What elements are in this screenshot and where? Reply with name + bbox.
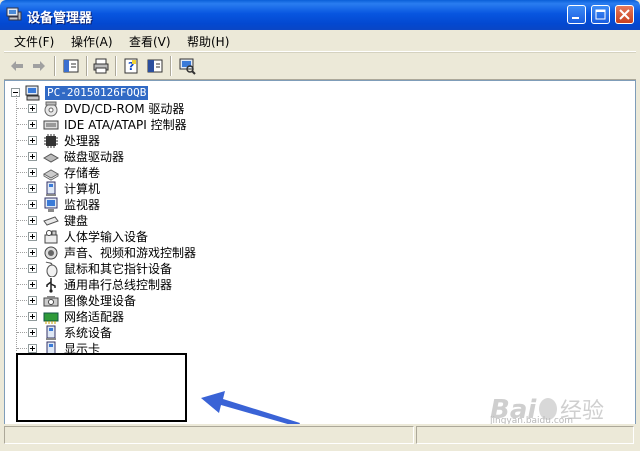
expand-toggle[interactable] [28,264,37,273]
expand-toggle[interactable] [28,216,37,225]
tree-item-system-device[interactable]: 系统设备 [5,325,305,341]
mouse-icon [45,261,58,277]
imaging-device-icon [43,296,59,307]
title-bar[interactable]: 设备管理器 [0,0,640,30]
tree-item-label: 声音、视频和游戏控制器 [64,246,197,260]
system-device-icon [46,325,56,340]
tree-item-label: 键盘 [64,214,89,228]
tree-item-usb[interactable]: 通用串行总线控制器 [5,277,305,293]
tree-item-mouse[interactable]: 鼠标和其它指针设备 [5,261,305,277]
tree-item-label: 人体学输入设备 [64,230,149,244]
hid-icon [44,230,58,244]
tree-item-label: 网络适配器 [64,310,125,324]
sound-icon [44,246,58,260]
usb-icon [46,278,56,293]
minimize-button[interactable] [567,5,586,24]
window-title: 设备管理器 [27,11,93,26]
close-icon [619,9,630,20]
back-arrow-icon[interactable] [8,57,26,75]
tree-item-label: 系统设备 [64,326,113,340]
expand-toggle[interactable] [28,248,37,257]
close-button[interactable] [615,5,634,24]
disk-drive-icon [43,153,59,163]
storage-volume-icon [43,169,59,181]
tree-item-label: 处理器 [64,134,101,148]
expand-toggle[interactable] [28,152,37,161]
status-pane-main [4,426,414,444]
tree-item-label: 通用串行总线控制器 [64,278,173,292]
tree-item-network-adapter[interactable]: 网络适配器 [5,309,305,325]
tree-item-label: 鼠标和其它指针设备 [64,262,173,276]
expand-toggle[interactable] [28,344,37,353]
expand-toggle[interactable] [28,184,37,193]
menu-action[interactable]: 操作(A) [71,33,113,50]
tree-item-label: IDE ATA/ATAPI 控制器 [64,118,187,132]
device-manager-window: 设备管理器 文件(F) 操作(A) 查看(V) 帮助(H) ? PC-20150… [0,0,640,451]
expand-toggle[interactable] [28,312,37,321]
device-manager-icon [6,7,22,21]
tree-item-ide-controller[interactable]: IDE ATA/ATAPI 控制器 [5,117,305,133]
menu-help[interactable]: 帮助(H) [187,33,229,50]
computer-root-icon [25,85,40,101]
keyboard-icon [43,216,59,226]
forward-arrow-icon[interactable] [30,57,48,75]
expand-toggle[interactable] [28,328,37,337]
tree-item-label: 磁盘驱动器 [64,150,125,164]
menu-file[interactable]: 文件(F) [14,33,54,50]
toolbar-separator [86,56,88,76]
tree-item-monitor[interactable]: 监视器 [5,197,305,213]
processor-icon [44,134,58,148]
tree-item-label: DVD/CD-ROM 驱动器 [64,102,185,116]
tree-root[interactable]: PC-20150126FOQB [5,85,305,101]
ide-controller-icon [43,120,59,130]
toolbar: ? [4,52,636,80]
tree-item-imaging-device[interactable]: 图像处理设备 [5,293,305,309]
status-bar [4,424,636,446]
toolbar-separator [54,56,56,76]
toolbar-separator [170,56,172,76]
help-icon[interactable] [146,57,164,75]
tree-item-disk-drive[interactable]: 磁盘驱动器 [5,149,305,165]
expand-toggle[interactable] [28,232,37,241]
tree-item-label: 监视器 [64,198,101,212]
expand-toggle[interactable] [28,280,37,289]
cdrom-icon [44,101,58,117]
properties-icon[interactable]: ? [122,57,140,75]
tree-item-sound[interactable]: 声音、视频和游戏控制器 [5,245,305,261]
menu-view[interactable]: 查看(V) [129,33,171,50]
expand-toggle[interactable] [28,200,37,209]
expand-toggle[interactable] [28,120,37,129]
tree-item-computer[interactable]: 计算机 [5,181,305,197]
network-adapter-icon [43,312,59,324]
monitor-icon [44,197,58,212]
root-computer-name: PC-20150126FOQB [45,86,149,100]
tree-item-storage-volume[interactable]: 存储卷 [5,165,305,181]
maximize-button[interactable] [591,5,610,24]
tree-item-label: 图像处理设备 [64,294,137,308]
expand-toggle[interactable] [28,168,37,177]
expand-toggle[interactable] [28,136,37,145]
show-hide-console-tree-icon[interactable] [62,57,80,75]
print-icon[interactable] [92,57,110,75]
menu-bar: 文件(F) 操作(A) 查看(V) 帮助(H) [4,30,636,52]
status-pane-secondary [416,426,634,444]
scan-hardware-icon[interactable] [178,57,196,75]
tree-item-hid[interactable]: 人体学输入设备 [5,229,305,245]
tree-item-cdrom[interactable]: DVD/CD-ROM 驱动器 [5,101,305,117]
tree-item-label: 存储卷 [64,166,101,180]
expand-toggle[interactable] [28,104,37,113]
tree-item-processor[interactable]: 处理器 [5,133,305,149]
computer-icon [46,181,56,196]
tree-item-label: 计算机 [64,182,101,196]
tree-item-keyboard[interactable]: 键盘 [5,213,305,229]
maximize-icon [595,9,606,20]
toolbar-separator [115,56,117,76]
minimize-icon [572,17,579,19]
expand-toggle[interactable] [28,296,37,305]
redaction-box [16,353,187,422]
